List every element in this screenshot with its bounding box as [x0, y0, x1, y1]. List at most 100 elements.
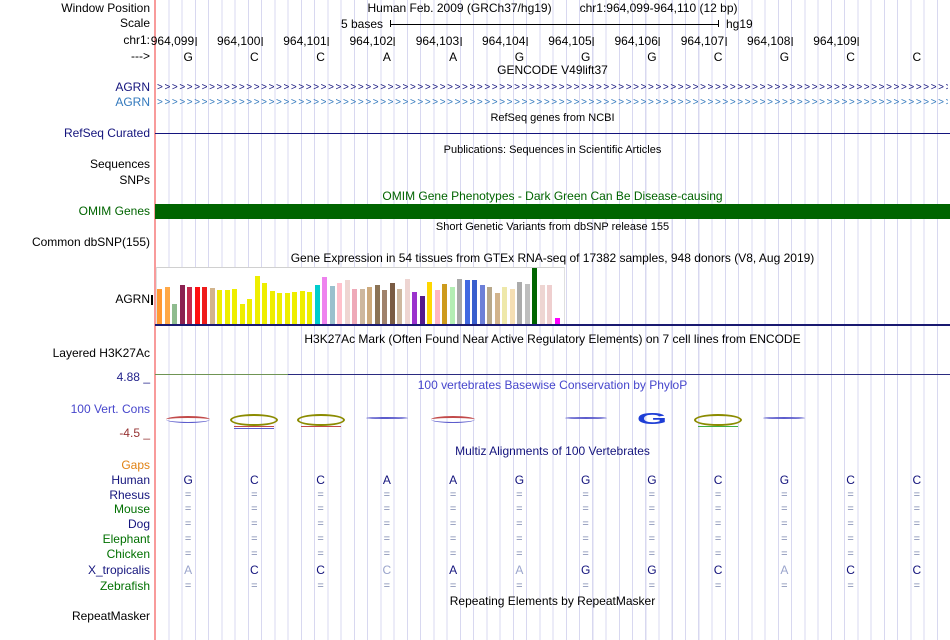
- alignment-match-mark: =: [781, 489, 788, 501]
- omim-genes-label[interactable]: OMIM Genes: [0, 205, 150, 218]
- alignment-match-mark: =: [847, 533, 854, 545]
- ruler-positions[interactable]: 964,099 964,100 964,101 964,102 964,103 964,1…: [0, 34, 950, 48]
- species-label-elephant[interactable]: Elephant: [0, 533, 150, 546]
- refseq-curated-track-line[interactable]: [155, 133, 950, 134]
- genome-assembly-title: Human Feb. 2009 (GRCh37/hg19): [367, 1, 552, 15]
- alignment-match-mark: =: [847, 580, 854, 592]
- snps-label[interactable]: SNPs: [0, 174, 150, 187]
- omim-gene-bar[interactable]: [155, 204, 950, 219]
- gencode-gene-label-agrn-1[interactable]: AGRN: [0, 81, 150, 94]
- ruler-bases[interactable]: GCCAAGGGCGCC: [0, 50, 950, 64]
- gtex-expression-bar-chart[interactable]: [156, 267, 565, 325]
- window-position-label: Window Position: [61, 1, 150, 15]
- gtex-tissue-bar: [187, 287, 192, 325]
- ruler-tick: [658, 37, 660, 46]
- scale-bar-right-tick: [718, 20, 719, 27]
- species-label-x-tropicalis[interactable]: X_tropicalis: [0, 564, 150, 577]
- gtex-tissue-bar: [224, 290, 230, 325]
- alignment-base: A: [449, 563, 458, 577]
- gtex-gene-label[interactable]: AGRN: [0, 293, 150, 306]
- h3k27ac-signal-segment-navy[interactable]: [288, 374, 950, 375]
- phylop-underline: [698, 426, 739, 427]
- alignment-match-mark: =: [317, 533, 324, 545]
- gtex-tissue-bar: [217, 290, 222, 325]
- alignment-match-mark: =: [317, 489, 324, 501]
- gtex-baseline: [155, 324, 950, 326]
- gencode-transcript-agrn-2[interactable]: >>>>>>>>>>>>>>>>>>>>>>>>>>>>>>>>>>>>>>>>…: [157, 97, 948, 109]
- alignment-match-mark: =: [516, 518, 523, 530]
- gtex-tissue-bar: [172, 304, 177, 325]
- h3k27ac-signal-segment-green[interactable]: [155, 374, 288, 375]
- gtex-tissue-bar: [164, 287, 170, 325]
- alignment-match-mark: =: [913, 533, 921, 545]
- ruler-base: C: [912, 50, 922, 64]
- ruler-position: 964,102: [349, 34, 395, 48]
- ruler-tick: [195, 37, 197, 46]
- ruler-base: C: [846, 50, 855, 64]
- ruler-position: 964,101: [283, 34, 329, 48]
- gtex-tissue-bar: [374, 285, 380, 325]
- gtex-tissue-bar: [479, 285, 485, 325]
- species-label-human[interactable]: Human: [0, 474, 150, 487]
- gencode-transcript-agrn-1[interactable]: >>>>>>>>>>>>>>>>>>>>>>>>>>>>>>>>>>>>>>>>…: [157, 82, 948, 94]
- species-label-dog[interactable]: Dog: [0, 518, 150, 531]
- alignment-base: C: [382, 563, 392, 577]
- alignment-match-mark: =: [516, 548, 523, 560]
- alignment-match-mark: =: [516, 580, 523, 592]
- alignment-match-mark: =: [847, 548, 854, 560]
- alignment-match-mark: =: [251, 489, 258, 501]
- gtex-tissue-bar: [284, 293, 290, 325]
- repeatmasker-label[interactable]: RepeatMasker: [0, 610, 150, 623]
- genome-browser-image: Window Position Scale chr1: ---> AGRN AG…: [0, 0, 950, 640]
- vert-cons-label[interactable]: 100 Vert. Cons: [0, 403, 150, 416]
- alignment-match-mark: =: [184, 533, 192, 545]
- ruler-base: G: [647, 50, 657, 64]
- sequences-label[interactable]: Sequences: [0, 158, 150, 171]
- alignment-match-mark: =: [184, 503, 192, 515]
- ruler-tick: [327, 37, 329, 46]
- publications-track-title: Publications: Sequences in Scientific Ar…: [443, 144, 662, 156]
- ruler-position: 964,100: [216, 34, 263, 48]
- gtex-tissue-bar: [427, 282, 432, 325]
- refseq-curated-label[interactable]: RefSeq Curated: [0, 127, 150, 140]
- alignment-base: G: [647, 473, 657, 487]
- common-dbsnp-label[interactable]: Common dbSNP(155): [0, 236, 150, 249]
- species-label-rhesus[interactable]: Rhesus: [0, 489, 150, 502]
- alignment-match-mark: =: [516, 533, 523, 545]
- gtex-tissue-bar: [524, 284, 530, 325]
- gtex-pack-tick: [151, 295, 153, 305]
- gtex-tissue-bar: [547, 285, 552, 325]
- alignment-match-mark: =: [317, 503, 324, 515]
- alignment-match-mark: =: [582, 548, 589, 560]
- alignment-base: C: [316, 563, 325, 577]
- alignment-match-mark: =: [516, 489, 523, 501]
- position-range-title: chr1:964,099-964,110 (12 bp): [579, 1, 738, 15]
- ruler-position: 964,104: [481, 34, 528, 48]
- gtex-tissue-bar: [397, 289, 402, 325]
- gtex-tissue-bar: [247, 299, 252, 325]
- multiz-gaps-label[interactable]: Gaps: [0, 459, 150, 472]
- gtex-tissue-bar: [367, 287, 372, 325]
- alignment-match-mark: =: [648, 518, 656, 530]
- ruler-base: G: [514, 50, 525, 64]
- gtex-tissue-bar: [209, 288, 215, 325]
- gencode-track-title: GENCODE V49lift37: [497, 63, 608, 77]
- phylop-mark-lines: [431, 416, 476, 423]
- species-label-zebrafish[interactable]: Zebrafish: [0, 580, 150, 593]
- alignment-match-mark: =: [383, 489, 391, 501]
- alignment-base: C: [250, 473, 259, 487]
- phylop-mark-lines: [166, 416, 211, 423]
- gtex-tissue-bar: [329, 286, 335, 325]
- alignment-match-mark: =: [648, 503, 656, 515]
- phylop-mark-blueline: [365, 417, 408, 419]
- alignment-match-mark: =: [317, 548, 324, 560]
- gencode-gene-label-agrn-2[interactable]: AGRN: [0, 96, 150, 109]
- alignment-match-mark: =: [648, 548, 656, 560]
- phylop-mark-blueline: [564, 417, 607, 419]
- alignment-match-mark: =: [383, 503, 391, 515]
- layered-h3k27ac-label[interactable]: Layered H3K27Ac: [0, 347, 150, 360]
- species-label-chicken[interactable]: Chicken: [0, 548, 150, 561]
- gtex-tissue-bar: [404, 279, 410, 325]
- alignment-match-mark: =: [383, 533, 391, 545]
- species-label-mouse[interactable]: Mouse: [0, 503, 150, 516]
